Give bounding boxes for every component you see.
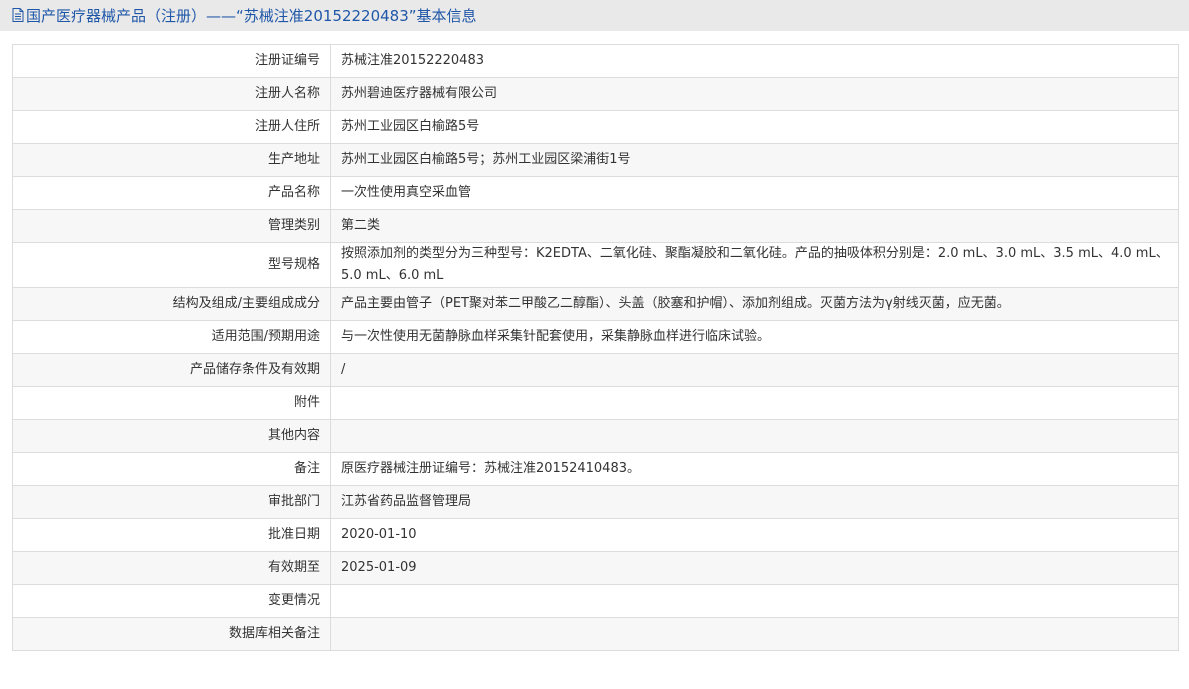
row-label: 型号规格 [12, 242, 331, 288]
row-value: 与一次性使用无菌静脉血样采集针配套使用，采集静脉血样进行临床试验。 [330, 320, 1179, 354]
row-value [330, 419, 1179, 453]
table-row: 变更情况 [12, 584, 1179, 618]
document-icon [12, 7, 24, 22]
row-value [330, 584, 1179, 618]
row-label: 生产地址 [12, 143, 331, 177]
table-row: 注册证编号 苏械注准20152220483 [12, 44, 1179, 78]
row-label: 有效期至 [12, 551, 331, 585]
row-value: 第二类 [330, 209, 1179, 243]
table-row: 产品名称 一次性使用真空采血管 [12, 176, 1179, 210]
table-row: 结构及组成/主要组成成分 产品主要由管子（PET聚对苯二甲酸乙二醇酯）、头盖（胶… [12, 287, 1179, 321]
table-row: 型号规格 按照添加剂的类型分为三种型号：K2EDTA、二氧化硅、聚酯凝胶和二氧化… [12, 242, 1179, 288]
row-label: 备注 [12, 452, 331, 486]
row-label: 管理类别 [12, 209, 331, 243]
row-label: 适用范围/预期用途 [12, 320, 331, 354]
table-row: 其他内容 [12, 419, 1179, 453]
row-value [330, 617, 1179, 651]
table-row: 数据库相关备注 [12, 617, 1179, 651]
row-label: 产品储存条件及有效期 [12, 353, 331, 387]
row-label: 其他内容 [12, 419, 331, 453]
row-value: 苏州工业园区白榆路5号 [330, 110, 1179, 144]
table-row: 适用范围/预期用途 与一次性使用无菌静脉血样采集针配套使用，采集静脉血样进行临床… [12, 320, 1179, 354]
row-label: 变更情况 [12, 584, 331, 618]
page-title-bar: 国产医疗器械产品（注册）——“苏械注准20152220483”基本信息 [0, 0, 1189, 31]
table-row: 注册人名称 苏州碧迪医疗器械有限公司 [12, 77, 1179, 111]
row-value: 产品主要由管子（PET聚对苯二甲酸乙二醇酯）、头盖（胶塞和护帽）、添加剂组成。灭… [330, 287, 1179, 321]
row-label: 注册人住所 [12, 110, 331, 144]
row-value: 苏州碧迪医疗器械有限公司 [330, 77, 1179, 111]
table-row: 管理类别 第二类 [12, 209, 1179, 243]
row-value: 苏州工业园区白榆路5号；苏州工业园区梁浦街1号 [330, 143, 1179, 177]
row-value: 一次性使用真空采血管 [330, 176, 1179, 210]
row-label: 结构及组成/主要组成成分 [12, 287, 331, 321]
row-value: 原医疗器械注册证编号：苏械注准20152410483。 [330, 452, 1179, 486]
table-row: 备注 原医疗器械注册证编号：苏械注准20152410483。 [12, 452, 1179, 486]
row-label: 数据库相关备注 [12, 617, 331, 651]
row-label: 产品名称 [12, 176, 331, 210]
row-value: 2020-01-10 [330, 518, 1179, 552]
row-value [330, 386, 1179, 420]
row-label: 注册证编号 [12, 44, 331, 78]
row-value: / [330, 353, 1179, 387]
row-label: 注册人名称 [12, 77, 331, 111]
row-value: 江苏省药品监督管理局 [330, 485, 1179, 519]
page-title: 国产医疗器械产品（注册）——“苏械注准20152220483”基本信息 [26, 7, 477, 25]
table-row: 审批部门 江苏省药品监督管理局 [12, 485, 1179, 519]
row-value: 按照添加剂的类型分为三种型号：K2EDTA、二氧化硅、聚酯凝胶和二氧化硅。产品的… [330, 242, 1179, 288]
table-row: 生产地址 苏州工业园区白榆路5号；苏州工业园区梁浦街1号 [12, 143, 1179, 177]
table-row: 注册人住所 苏州工业园区白榆路5号 [12, 110, 1179, 144]
product-detail-table: 注册证编号 苏械注准20152220483 注册人名称 苏州碧迪医疗器械有限公司… [12, 44, 1179, 651]
table-row: 产品储存条件及有效期 / [12, 353, 1179, 387]
row-value: 苏械注准20152220483 [330, 44, 1179, 78]
table-row: 有效期至 2025-01-09 [12, 551, 1179, 585]
row-value: 2025-01-09 [330, 551, 1179, 585]
row-label: 审批部门 [12, 485, 331, 519]
table-row: 批准日期 2020-01-10 [12, 518, 1179, 552]
row-label: 附件 [12, 386, 331, 420]
row-label: 批准日期 [12, 518, 331, 552]
table-row: 附件 [12, 386, 1179, 420]
